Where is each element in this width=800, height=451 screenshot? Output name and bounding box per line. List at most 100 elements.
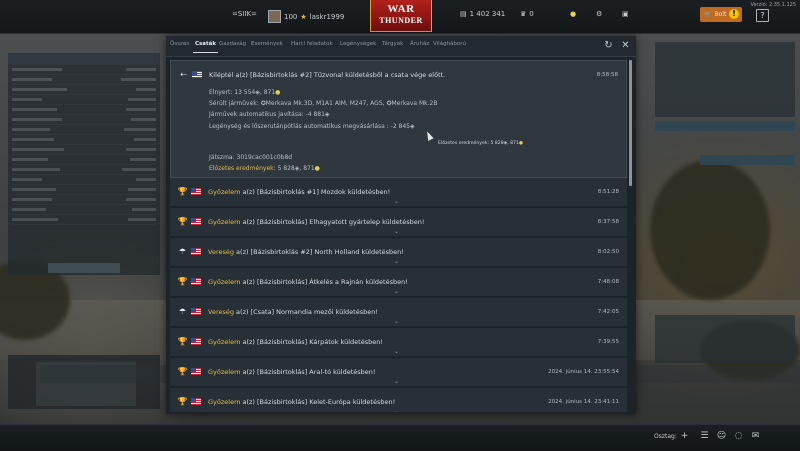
lightbulb-icon[interactable]: ● (570, 10, 576, 18)
message-time: 8:51:28 (597, 189, 619, 195)
message-time: 2024. június 14. 23:55:54 (548, 369, 619, 375)
message-time: 7:42:05 (597, 309, 619, 315)
scrollbar[interactable] (629, 60, 632, 186)
message-title: Győzelem a(z) [Bázisbirtoklás] Aral-tó k… (208, 368, 376, 376)
silver-lions-icon: ◈ (410, 123, 415, 130)
version-label: Verzió: 2.35.1.125 (750, 2, 796, 8)
preliminary-results-line: Előzetes eredmények: 5 828◈, 871● (209, 165, 320, 172)
golden-eagles[interactable]: ♛ 0 (520, 10, 534, 18)
right-panel-bar-2[interactable] (700, 155, 795, 165)
silver-lions[interactable]: ▤ 1 402 341 (460, 10, 505, 18)
silver-lions-icon: ▤ (460, 10, 467, 18)
close-icon[interactable]: ✕ (620, 40, 631, 51)
battlepass-panel[interactable] (655, 315, 795, 363)
tab-items[interactable]: Tárgyak (382, 41, 403, 47)
chevron-down-icon[interactable]: ⌄ (394, 288, 399, 295)
message-row[interactable]: 🏆 Győzelem a(z) [Bázisbirtoklás] Elhagya… (170, 208, 627, 236)
message-expanded[interactable]: ⇠ Kiléptél a(z) [Bázisbirtoklás #2] Tűzv… (170, 60, 627, 178)
trophy-icon: 🏆 (177, 277, 188, 286)
message-title: Győzelem a(z) [Bázisbirtoklás] Kelet-Eur… (208, 398, 396, 406)
vehicle-action-button[interactable] (48, 263, 120, 273)
eagle-icon: ♛ (520, 10, 527, 18)
trophy-icon: 🏆 (177, 217, 188, 226)
message-row[interactable]: ☂ Vereség a(z) [Csata] Normandia mezői k… (170, 298, 627, 326)
tab-events[interactable]: Események (251, 41, 283, 47)
tab-battles[interactable]: Csaták (192, 41, 219, 53)
vehicle-info-panel (8, 53, 160, 275)
message-title: Vereség a(z) [Csata] Normandia mezői kül… (208, 308, 378, 316)
message-row[interactable]: 🏆 Győzelem a(z) [Bázisbirtoklás #1] Mozd… (170, 178, 627, 206)
right-panel-bar-1[interactable] (655, 121, 795, 131)
auto-repair-line: Járművek automatikus javítása: -4 881◈ (209, 111, 330, 118)
damaged-vehicles-line: Sérült járművek: ✪Merkava Mk.3D, M1A1 AI… (209, 100, 438, 107)
usa-flag-icon (191, 338, 201, 345)
chevron-down-icon[interactable]: ⌄ (394, 228, 399, 235)
tab-combat-tasks[interactable]: Harci feladatok (291, 41, 333, 47)
chevron-down-icon[interactable]: ⌄ (394, 378, 399, 385)
usa-flag-icon (191, 188, 201, 195)
usa-flag-icon (191, 398, 201, 405)
tab-bar: Összes Csaták Gazdaság Események Harci f… (166, 36, 636, 57)
chevron-down-icon[interactable]: ⌄ (394, 198, 399, 205)
preliminary-results-note: Előzetes eredmények: 5 828◈, 871● (438, 141, 523, 146)
avatar[interactable] (268, 10, 281, 23)
message-title: Győzelem a(z) [Bázisbirtoklás #1] Mozdok… (208, 188, 391, 196)
message-title: Győzelem a(z) [Bázisbirtoklás] Elhagyato… (208, 218, 425, 226)
war-thunder-logo[interactable]: WAR THUNDER (370, 0, 432, 32)
message-title: Győzelem a(z) [Bázisbirtoklás] Kárpátok … (208, 338, 383, 346)
help-button[interactable]: ? (756, 9, 769, 22)
squad-label: Osztag: (654, 433, 677, 440)
player-level: 100 (284, 12, 298, 21)
warning-icon[interactable]: ! (729, 9, 739, 19)
message-time: 7:48:08 (597, 279, 619, 285)
mail-icon[interactable]: ✉ (750, 431, 761, 442)
research-icon: ● (518, 141, 523, 146)
auto-supplies-line: Legénység és lőszerutánpótlás automatiku… (209, 123, 415, 130)
message-row[interactable]: 🏆 Győzelem a(z) [Bázisbirtoklás] Átkelés… (170, 268, 627, 296)
chat-icon[interactable]: ◌ (733, 431, 744, 442)
tab-economy[interactable]: Gazdaság (219, 41, 246, 47)
research-icon: ● (314, 165, 320, 172)
message-row[interactable]: 🏆 Győzelem a(z) [Bázisbirtoklás] Kárpáto… (170, 328, 627, 356)
chevron-down-icon[interactable]: ⌄ (394, 318, 399, 325)
exit-icon: ⇠ (180, 70, 187, 79)
message-time: 8:02:50 (597, 249, 619, 255)
trophy-icon: 🏆 (177, 367, 188, 376)
earned-line: Elnyert: 13 554◈, 871● (209, 89, 281, 96)
usa-flag-icon (191, 368, 201, 375)
top-bar: =SIIK= 100 ★ laskr1999 WAR THUNDER ▤ 1 4… (0, 0, 800, 34)
message-list: ⇠ Kiléptél a(z) [Bázisbirtoklás #2] Tűzv… (170, 60, 627, 412)
messages-dialog: Összes Csaták Gazdaság Események Harci f… (166, 36, 636, 414)
message-row[interactable]: 🏆 Győzelem a(z) [Bázisbirtoklás] Aral-tó… (170, 358, 627, 386)
usa-flag-icon (191, 308, 201, 315)
usa-flag-icon (191, 278, 201, 285)
username: laskr1999 (309, 12, 345, 21)
event-banner-panel[interactable] (655, 42, 795, 117)
refresh-icon[interactable]: ↻ (603, 40, 614, 51)
tab-world-war[interactable]: Világháború (433, 41, 466, 47)
parachute-icon: ☂ (178, 247, 187, 256)
trophy-icon: 🏆 (177, 337, 188, 346)
message-time: 7:39:55 (597, 339, 619, 345)
ticket-icon[interactable]: ▣ (622, 10, 629, 18)
add-squad-member-icon[interactable]: + (679, 431, 690, 442)
mouse-cursor (424, 130, 434, 141)
chevron-down-icon[interactable]: ⌄ (394, 408, 399, 412)
usa-flag-icon (191, 218, 201, 225)
usa-flag-icon (191, 248, 201, 255)
message-row[interactable]: ☂ Vereség a(z) [Bázisbirtoklás #2] North… (170, 238, 627, 266)
tab-all[interactable]: Összes (170, 41, 189, 47)
message-row[interactable]: 🏆 Győzelem a(z) [Bázisbirtoklás] Kelet-E… (170, 388, 627, 412)
silver-lions-icon: ◈ (324, 111, 330, 118)
cart-icon: 🛒 (704, 11, 712, 18)
research-icon: ● (275, 89, 281, 96)
player-profile[interactable]: 100 ★ laskr1999 (268, 10, 344, 23)
settings-icon[interactable]: ⚙ (596, 10, 602, 18)
chevron-down-icon[interactable]: ⌄ (394, 258, 399, 265)
tab-crews[interactable]: Legénységek (340, 41, 376, 47)
chevron-down-icon[interactable]: ⌄ (394, 348, 399, 355)
message-title: Győzelem a(z) [Bázisbirtoklás] Átkelés a… (208, 278, 408, 286)
tab-store[interactable]: Áruház (410, 41, 429, 47)
contacts-list-icon[interactable]: ☰ (699, 431, 710, 442)
friends-icon[interactable]: ☺ (716, 431, 727, 442)
